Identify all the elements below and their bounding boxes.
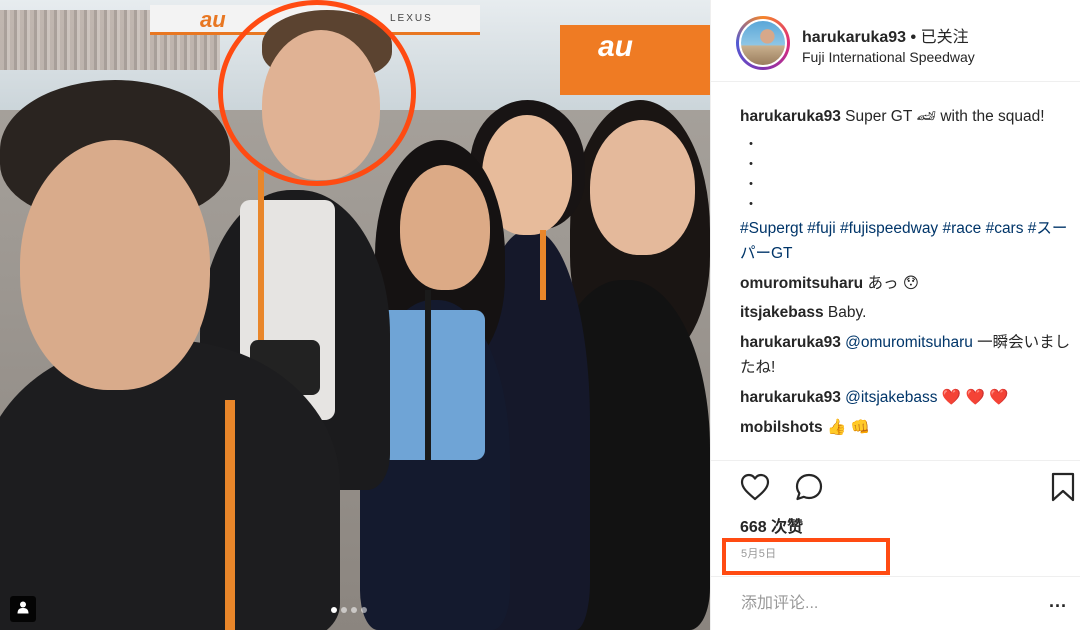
like-button[interactable] <box>739 473 771 505</box>
photo-banner-lexus-logo: LEXUS <box>390 13 433 24</box>
carousel-dot[interactable] <box>341 607 347 613</box>
bookmark-icon <box>1051 472 1075 507</box>
carousel-dot[interactable] <box>361 607 367 613</box>
date-highlight-box <box>722 538 890 575</box>
carousel-dot[interactable] <box>351 607 357 613</box>
avatar[interactable] <box>739 19 787 67</box>
comment-username[interactable]: harukaruka93 <box>740 334 841 351</box>
comment-item: omuromitsuharu あっ 😯 <box>740 271 1080 297</box>
post-header: harukaruka93 • 已关注 Fuji International Sp… <box>711 0 1080 82</box>
caption: harukaruka93 Super GT 🏎 with the squad! <box>740 104 1080 130</box>
person-1-body <box>0 340 340 630</box>
comment-text: 👍 👊 <box>826 418 870 436</box>
comment-item: harukaruka93 @itsjakebass ❤️ ❤️ ❤️ <box>740 385 1080 411</box>
person-3-face <box>400 165 490 290</box>
comment-button[interactable] <box>793 473 825 505</box>
like-count[interactable]: 668 次赞 <box>740 513 803 537</box>
person-1-lanyard <box>225 400 235 630</box>
post-photo[interactable]: au LEXUS au <box>0 0 710 630</box>
heart-icon <box>740 473 770 506</box>
caption-hashtags[interactable]: #Supergt #fuji #fujispeedway #race #cars… <box>740 216 1080 267</box>
comment-username[interactable]: omuromitsuharu <box>740 275 863 292</box>
caption-bullet: ・ <box>744 135 758 152</box>
comment-item: mobilshots 👍 👊 <box>740 415 1080 441</box>
caption-bullets: ・ ・ ・ ・ <box>740 134 1080 214</box>
person-2-lanyard <box>258 170 264 350</box>
comment-mention[interactable]: @itsjakebass <box>845 389 937 406</box>
header-username[interactable]: harukaruka93 <box>802 29 906 46</box>
person-4-lanyard <box>540 230 546 300</box>
comment-input[interactable] <box>741 591 1031 617</box>
follow-status-button[interactable]: 已关注 <box>921 29 969 46</box>
comment-item: itsjakebass Baby. <box>740 300 1080 326</box>
caption-username[interactable]: harukaruka93 <box>740 108 841 125</box>
user-tag-icon <box>16 600 30 619</box>
comment-username[interactable]: harukaruka93 <box>740 389 841 406</box>
photo-pit-sign <box>560 25 710 95</box>
header-separator: • <box>910 29 917 46</box>
person-1-face <box>20 140 210 390</box>
caption-text: Super GT 🏎 with the squad! <box>845 108 1045 125</box>
face-highlight-circle <box>218 0 416 186</box>
person-3-lanyard <box>425 290 431 460</box>
photo-pit-au-logo: au <box>598 30 634 63</box>
comment-mention[interactable]: @omuromitsuharu <box>845 334 973 351</box>
caption-bullet: ・ <box>744 175 758 192</box>
post-sidebar: harukaruka93 • 已关注 Fuji International Sp… <box>710 0 1080 630</box>
photo-banner-au-logo: au <box>200 7 226 32</box>
carousel-dot[interactable] <box>331 607 337 613</box>
comment-username[interactable]: itsjakebass <box>740 304 824 321</box>
location-link[interactable]: Fuji International Speedway <box>802 49 975 65</box>
more-options-button[interactable]: ... <box>1049 591 1067 612</box>
comment-item: harukaruka93 @omuromitsuharu 一瞬会いましたね! <box>740 330 1080 381</box>
header-user-line: harukaruka93 • 已关注 <box>802 23 969 47</box>
avatar-story-ring[interactable] <box>736 16 790 70</box>
caption-bullet: ・ <box>744 155 758 172</box>
person-5-face <box>590 120 695 255</box>
comment-text: ❤️ ❤️ ❤️ <box>941 388 1009 406</box>
comment-username[interactable]: mobilshots <box>740 419 823 436</box>
action-bar <box>711 460 1080 512</box>
comment-text: あっ 😯 <box>867 274 919 292</box>
more-options-icon: ... <box>1049 591 1068 611</box>
comment-bubble-icon <box>794 472 824 507</box>
carousel-indicator <box>331 607 367 613</box>
caption-bullet: ・ <box>744 195 758 212</box>
add-comment-bar: ... <box>711 576 1080 630</box>
comment-text: Baby. <box>827 304 867 322</box>
user-tag-button[interactable] <box>10 596 36 622</box>
comment-list: harukaruka93 Super GT 🏎 with the squad! … <box>740 104 1080 444</box>
save-button[interactable] <box>1047 472 1079 507</box>
